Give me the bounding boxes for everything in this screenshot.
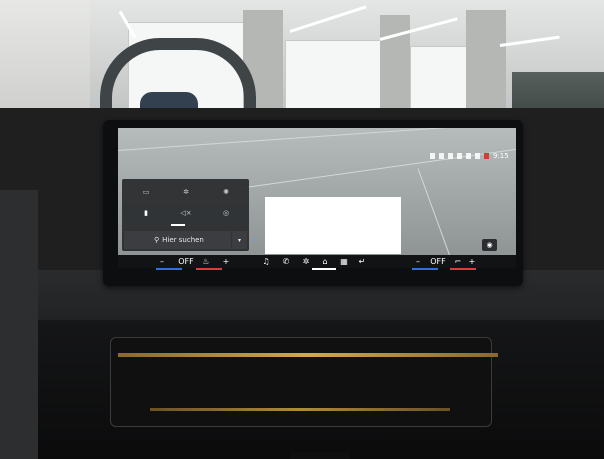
quick-btn-2[interactable]: ✲ <box>166 183 206 201</box>
fan-icon[interactable]: ✲ <box>300 255 312 268</box>
lower-console <box>110 337 492 427</box>
left-temp-plus-button[interactable]: + <box>220 255 232 268</box>
apps-icon[interactable]: ▦ <box>338 255 350 268</box>
steering-wheel <box>0 190 38 459</box>
settings-icon: ◎ <box>222 209 230 217</box>
right-temp-blue-indicator <box>412 268 438 270</box>
console-vent <box>290 452 350 459</box>
phone-icon[interactable]: ✆ <box>280 255 292 268</box>
seat-heat-icon[interactable]: ♨ <box>200 255 212 268</box>
bottom-control-bar: – OFF ♨ + ♫ ✆ ✲ ⌂ ▦ ↵ – OFF ⌐ + <box>118 255 516 268</box>
left-temp-minus-button[interactable]: – <box>156 255 168 268</box>
mute-icon: ◁× <box>180 209 192 217</box>
status-clock: 9:15 <box>493 151 509 160</box>
quick-btn-1[interactable]: ▭ <box>126 183 166 201</box>
ambient-light-strip <box>150 408 450 411</box>
fuel-icon: ▮ <box>144 209 148 217</box>
search-input[interactable]: ⚲ Hier suchen <box>124 231 231 249</box>
left-temp-red-indicator <box>196 268 222 270</box>
photo: 9:15 ▭ ✲ ✺ ▮ ◁× ◎ ⚲ Hier suchen ▾ ‹ ◉ – … <box>0 0 604 459</box>
map-road <box>417 168 460 258</box>
search-dropdown-button[interactable]: ▾ <box>232 231 247 249</box>
light-icon: ✺ <box>223 188 229 196</box>
quick-btn-3[interactable]: ✺ <box>206 183 246 201</box>
seat-icon: ▭ <box>142 188 150 196</box>
map-road <box>118 128 516 151</box>
signal-icon <box>430 152 435 159</box>
search-icon: ⚲ <box>154 236 160 244</box>
home-active-indicator <box>312 268 336 270</box>
page-indicator <box>171 224 185 226</box>
right-climate-status[interactable]: OFF <box>426 255 450 268</box>
right-temp-plus-button[interactable]: + <box>466 255 478 268</box>
right-temp-minus-button[interactable]: – <box>412 255 424 268</box>
ambient-light-strip <box>118 353 498 357</box>
status-bar: 9:15 <box>430 151 509 160</box>
phone-icon <box>448 152 453 159</box>
fan-icon: ✲ <box>183 188 189 196</box>
quick-btn-6[interactable]: ◎ <box>206 204 246 222</box>
user-icon <box>475 152 480 159</box>
camera-button[interactable]: ◉ <box>482 239 497 251</box>
right-temp-red-indicator <box>450 268 476 270</box>
recording-icon <box>484 152 489 159</box>
mute-icon <box>457 152 462 159</box>
seat-vent-icon[interactable]: ⌐ <box>452 255 464 268</box>
search-placeholder: Hier suchen <box>162 236 204 244</box>
left-temp-blue-indicator <box>156 268 182 270</box>
left-climate-status[interactable]: OFF <box>174 255 198 268</box>
camera-icon: ◉ <box>486 241 493 249</box>
quick-btn-4[interactable]: ▮ <box>126 204 166 222</box>
music-icon[interactable]: ♫ <box>260 255 272 268</box>
back-icon[interactable]: ↵ <box>356 255 368 268</box>
home-icon[interactable]: ⌂ <box>318 255 332 268</box>
chevron-down-icon: ▾ <box>237 236 241 244</box>
collapse-arrow-icon[interactable]: ‹ <box>253 235 256 244</box>
wifi-icon <box>466 152 471 159</box>
redacted-area <box>265 197 401 254</box>
quick-btn-5[interactable]: ◁× <box>166 204 206 222</box>
bluetooth-icon <box>439 152 444 159</box>
